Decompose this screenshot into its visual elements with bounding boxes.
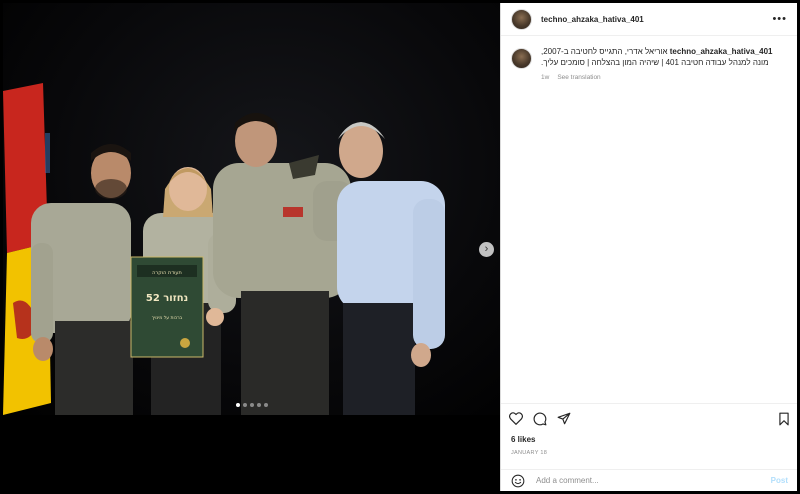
chevron-right-icon: ›	[484, 243, 489, 255]
heart-icon[interactable]	[509, 412, 523, 425]
post-date: JANUARY 18	[511, 450, 548, 456]
see-translation-link[interactable]: See translation	[557, 74, 600, 81]
certificate: תעודת הוקרה נחזור 52 ברכות על מינויך	[130, 256, 204, 358]
certificate-top-text: תעודת הוקרה	[152, 270, 182, 276]
post-side-panel: techno_ahzaka_hativa_401 ••• techno_ahza…	[500, 3, 797, 491]
share-icon[interactable]	[557, 412, 571, 425]
carousel-dot	[242, 403, 247, 407]
carousel-dot	[256, 403, 261, 407]
person-3	[213, 113, 353, 415]
post-modal: תעודת הוקרה נחזור 52 ברכות על מינויך › t…	[3, 3, 797, 491]
bookmark-icon[interactable]	[778, 412, 790, 426]
username-link[interactable]: techno_ahzaka_hativa_401	[541, 15, 644, 24]
comment-icon[interactable]	[533, 412, 547, 426]
time-ago[interactable]: 1w	[541, 74, 549, 81]
caption-username[interactable]: techno_ahzaka_hativa_401	[670, 47, 773, 56]
carousel-indicators	[3, 403, 500, 407]
caption: techno_ahzaka_hativa_401 אוריאל אדרי, הת…	[501, 36, 797, 81]
person-4	[337, 122, 445, 415]
comment-bar: Post	[501, 469, 797, 491]
post-media: תעודת הוקרה נחזור 52 ברכות על מינויך ›	[3, 3, 500, 491]
photo-illustration: תעודת הוקרה נחזור 52 ברכות על מינויך	[3, 83, 445, 415]
action-bar	[501, 403, 797, 433]
stage-light	[45, 133, 50, 173]
caption-text: techno_ahzaka_hativa_401 אוריאל אדרי, הת…	[541, 46, 781, 68]
certificate-small-text: ברכות על מינויך	[152, 316, 183, 321]
carousel-dot	[235, 403, 240, 407]
avatar[interactable]	[511, 8, 532, 30]
comment-input[interactable]	[534, 475, 748, 486]
more-options-icon[interactable]: •••	[772, 13, 787, 25]
post-photo: תעודת הוקרה נחזור 52 ברכות על מינויך	[3, 3, 500, 415]
next-slide-button[interactable]: ›	[479, 242, 494, 257]
post-comment-button[interactable]: Post	[771, 476, 788, 485]
caption-meta: 1w See translation	[541, 74, 781, 81]
likes-count[interactable]: 6 likes	[511, 435, 535, 444]
emoji-icon[interactable]	[511, 474, 525, 488]
carousel-dot	[263, 403, 268, 407]
carousel-dot	[249, 403, 254, 407]
post-header: techno_ahzaka_hativa_401 •••	[501, 3, 797, 36]
certificate-big-text: נחזור 52	[146, 293, 188, 304]
caption-avatar[interactable]	[511, 48, 532, 69]
